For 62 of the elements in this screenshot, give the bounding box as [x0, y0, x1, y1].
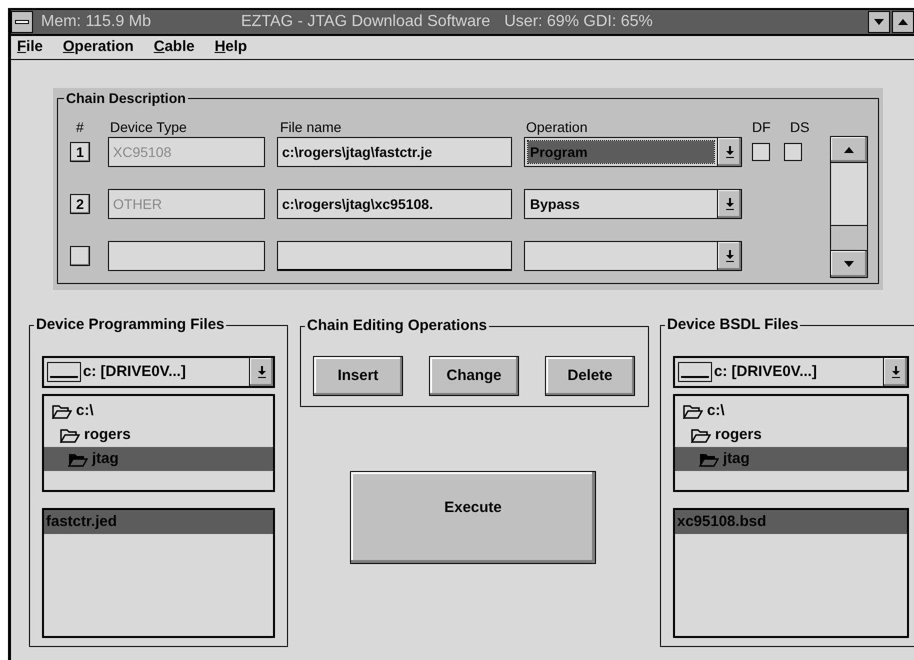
- vertical-scrollbar[interactable]: [830, 136, 868, 278]
- down-arrow-icon[interactable]: [724, 198, 734, 210]
- drive-dropdown[interactable]: c: [DRIVE0V...]: [42, 356, 275, 388]
- checkbox[interactable]: [784, 143, 802, 161]
- group-title: Chain Editing Operations: [305, 316, 490, 336]
- system-menu-button[interactable]: [11, 11, 33, 33]
- menu-item[interactable]: Cable: [154, 36, 195, 59]
- resource-readout: User: 69% GDI: 65%: [504, 12, 653, 32]
- column-header: Operation: [526, 118, 588, 137]
- folder-item[interactable]: rogers: [44, 423, 273, 447]
- folder-list[interactable]: c:\ rogers jtag: [673, 394, 909, 492]
- folder-icon: [691, 427, 711, 443]
- window-title: EZTAG - JTAG Download Software: [240, 12, 490, 32]
- operation-dropdown[interactable]: Bypass: [524, 189, 742, 219]
- action-button[interactable]: Delete: [545, 356, 635, 396]
- folder-item[interactable]: c:\: [675, 399, 907, 423]
- column-header: Device Type: [110, 118, 187, 137]
- down-arrow-icon[interactable]: [724, 146, 734, 158]
- up-arrow-icon[interactable]: [844, 146, 854, 152]
- drive-dropdown[interactable]: c: [DRIVE0V...]: [673, 356, 909, 388]
- action-button[interactable]: Insert: [313, 356, 403, 396]
- down-arrow-icon[interactable]: [256, 366, 266, 378]
- row-number: 2: [70, 194, 90, 214]
- menu-item[interactable]: Operation: [62, 36, 134, 59]
- folder-icon: [52, 403, 72, 419]
- column-header: File name: [280, 118, 342, 137]
- down-arrow-icon[interactable]: [890, 366, 900, 378]
- down-arrow-icon[interactable]: [844, 261, 854, 267]
- scroll-down-button[interactable]: [831, 251, 867, 277]
- up-triangle-icon[interactable]: [898, 19, 908, 25]
- operation-dropdown[interactable]: [524, 241, 742, 271]
- folder-icon: [68, 451, 88, 467]
- action-button[interactable]: Change: [429, 356, 519, 396]
- folder-icon: [683, 403, 703, 419]
- file-name-field[interactable]: [277, 241, 512, 271]
- down-triangle-icon[interactable]: [874, 19, 884, 25]
- folder-list[interactable]: c:\ rogers jtag: [42, 394, 275, 492]
- folder-item[interactable]: c:\: [44, 399, 273, 423]
- scroll-up-button[interactable]: [831, 137, 867, 163]
- minimize-button[interactable]: [868, 11, 890, 33]
- folder-item[interactable]: rogers: [675, 423, 907, 447]
- checkbox[interactable]: [752, 143, 770, 161]
- folder-icon: [60, 427, 80, 443]
- drive-icon: [678, 362, 712, 382]
- menu-item[interactable]: File: [17, 36, 43, 59]
- column-header: DF: [752, 118, 771, 137]
- scroll-thumb[interactable]: [831, 225, 867, 251]
- column-header: #: [76, 118, 84, 137]
- drive-icon: [47, 362, 81, 382]
- column-header: DS: [790, 118, 810, 137]
- memory-readout: Mem: 115.9 Mb: [41, 12, 151, 32]
- device-type-field[interactable]: [108, 241, 265, 271]
- maximize-button[interactable]: [892, 11, 914, 33]
- file-name-field[interactable]: c:\rogers\jtag\xc95108.: [277, 189, 512, 219]
- down-arrow-icon[interactable]: [724, 250, 734, 262]
- file-name-field[interactable]: c:\rogers\jtag\fastctr.je: [277, 137, 512, 167]
- row-number: [70, 246, 90, 266]
- menu-item[interactable]: Help: [214, 36, 248, 59]
- execute-button[interactable]: Execute: [350, 471, 596, 564]
- group-title: Device Programming Files: [34, 315, 226, 335]
- row-number: 1: [70, 142, 90, 162]
- folder-icon: [699, 451, 719, 467]
